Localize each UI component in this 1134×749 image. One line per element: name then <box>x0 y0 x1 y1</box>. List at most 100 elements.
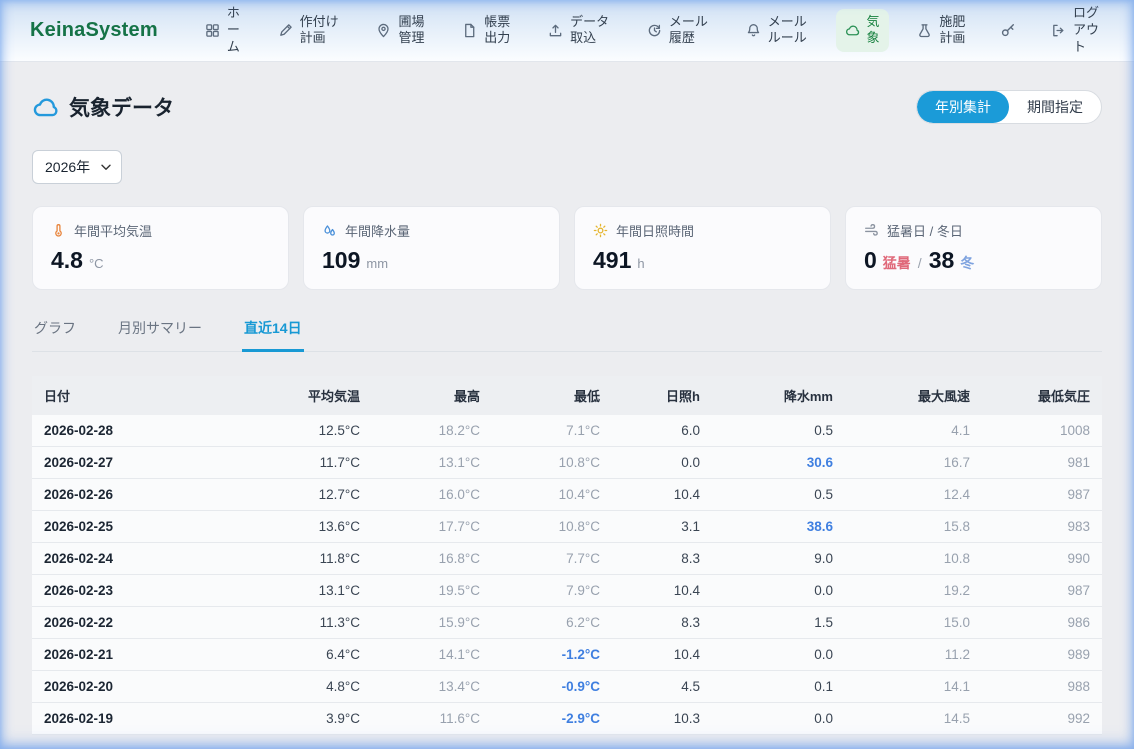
nav-item-report-output[interactable]: 帳票 出力 <box>453 9 519 53</box>
nav-item-mail-history[interactable]: メール 履歴 <box>638 9 717 53</box>
stat-value: 4.8 <box>51 247 83 274</box>
pressure-cell: 1008 <box>982 415 1102 447</box>
avg-temp-cell: 13.1°C <box>232 575 372 607</box>
min-temp-cell: -2.9°C <box>492 703 612 735</box>
wind-cell: 16.7 <box>845 447 982 479</box>
avg-temp-cell: 12.5°C <box>232 415 372 447</box>
tab-monthly-summary[interactable]: 月別サマリー <box>116 318 204 352</box>
date-cell: 2026-02-26 <box>32 479 232 511</box>
wind-cell: 15.0 <box>845 607 982 639</box>
date-cell: 2026-02-27 <box>32 447 232 479</box>
avg-temp-cell: 11.8°C <box>232 543 372 575</box>
nav-item-planting-plan[interactable]: 作付け 計画 <box>269 9 348 53</box>
min-temp-cell: 6.2°C <box>492 607 612 639</box>
col-header-min-temp: 最低 <box>492 376 612 415</box>
main-content: 気象データ 年別集計 期間指定 2026年 年間平均気温 4.8 <box>0 90 1134 735</box>
stat-card-sunshine: 年間日照時間 491 h <box>574 206 831 290</box>
stat-label: 年間降水量 <box>345 221 410 240</box>
wind-icon <box>864 223 879 238</box>
nav-item-home[interactable]: ホ ー ム <box>196 0 249 61</box>
nav-item-weather[interactable]: 気 象 <box>836 9 889 53</box>
col-header-min-pressure: 最低気圧 <box>982 376 1102 415</box>
sunshine-cell: 4.5 <box>612 671 712 703</box>
min-temp-cell: 7.7°C <box>492 543 612 575</box>
pressure-cell: 981 <box>982 447 1102 479</box>
nav-item-fertilizer-plan[interactable]: 施肥 計画 <box>908 9 974 53</box>
stat-value: 109 <box>322 247 360 274</box>
year-select[interactable]: 2026年 <box>32 150 122 184</box>
min-temp-cell: -0.9°C <box>492 671 612 703</box>
sun-icon <box>593 223 608 238</box>
col-header-max-wind: 最大風速 <box>845 376 982 415</box>
nav-item-label: ホ ー ム <box>227 5 240 56</box>
nav-item-label: ログ アウ ト <box>1073 5 1099 56</box>
sunshine-cell: 6.0 <box>612 415 712 447</box>
date-cell: 2026-02-28 <box>32 415 232 447</box>
precip-cell: 0.5 <box>712 415 845 447</box>
sunshine-cell: 8.3 <box>612 607 712 639</box>
value-separator: / <box>918 255 922 271</box>
tab-recent-14-days[interactable]: 直近14日 <box>242 318 304 352</box>
pressure-cell: 983 <box>982 511 1102 543</box>
min-temp-cell: 10.8°C <box>492 447 612 479</box>
max-temp-cell: 13.1°C <box>372 447 492 479</box>
logout-icon <box>1051 23 1066 38</box>
min-temp-cell: 7.1°C <box>492 415 612 447</box>
wind-cell: 10.8 <box>845 543 982 575</box>
wind-cell: 19.2 <box>845 575 982 607</box>
date-cell: 2026-02-19 <box>32 703 232 735</box>
col-header-date: 日付 <box>32 376 232 415</box>
precip-cell: 0.0 <box>712 639 845 671</box>
precip-cell: 1.5 <box>712 607 845 639</box>
avg-temp-cell: 3.9°C <box>232 703 372 735</box>
col-header-avg-temp: 平均気温 <box>232 376 372 415</box>
nav-item-mail-rules[interactable]: メール ルール <box>737 9 816 53</box>
pressure-cell: 989 <box>982 639 1102 671</box>
wind-cell: 4.1 <box>845 415 982 447</box>
nav-item-logout[interactable]: ログ アウ ト <box>1042 0 1108 61</box>
period-select-button[interactable]: 期間指定 <box>1009 91 1101 123</box>
table-row: 2026-02-2711.7°C13.1°C10.8°C0.030.616.79… <box>32 447 1102 479</box>
stat-cards: 年間平均気温 4.8 °C 年間降水量 109 mm <box>32 206 1102 290</box>
precip-cell: 30.6 <box>712 447 845 479</box>
max-temp-cell: 14.1°C <box>372 639 492 671</box>
avg-temp-cell: 4.8°C <box>232 671 372 703</box>
sunshine-cell: 0.0 <box>612 447 712 479</box>
col-header-sunshine: 日照h <box>612 376 712 415</box>
precip-cell: 38.6 <box>712 511 845 543</box>
bell-icon <box>746 23 761 38</box>
wind-cell: 14.5 <box>845 703 982 735</box>
cloud-icon <box>32 94 59 121</box>
stat-card-avg-temp: 年間平均気温 4.8 °C <box>32 206 289 290</box>
wind-cell: 15.8 <box>845 511 982 543</box>
pressure-cell: 987 <box>982 575 1102 607</box>
nav-item-data-import[interactable]: データ 取込 <box>539 9 618 53</box>
table-row: 2026-02-216.4°C14.1°C-1.2°C10.40.011.298… <box>32 639 1102 671</box>
stat-value: 491 <box>593 247 631 274</box>
stat-card-extreme-days: 猛暑日 / 冬日 0 猛暑 / 38 冬 <box>845 206 1102 290</box>
col-header-precip: 降水mm <box>712 376 845 415</box>
max-temp-cell: 13.4°C <box>372 671 492 703</box>
stat-label: 年間平均気温 <box>74 221 152 240</box>
stat-label: 猛暑日 / 冬日 <box>887 221 963 240</box>
tab-graph[interactable]: グラフ <box>32 318 78 352</box>
yearly-summary-button[interactable]: 年別集計 <box>917 91 1009 123</box>
weather-table: 日付 平均気温 最高 最低 日照h 降水mm 最大風速 最低気圧 2026-02… <box>32 376 1102 735</box>
avg-temp-cell: 11.3°C <box>232 607 372 639</box>
nav-item-field-management[interactable]: 圃場 管理 <box>367 9 433 53</box>
nav-item-label: 圃場 管理 <box>398 14 424 48</box>
sunshine-cell: 10.3 <box>612 703 712 735</box>
pressure-cell: 990 <box>982 543 1102 575</box>
chevron-down-icon <box>101 164 111 171</box>
brand-logo: KeinaSystem <box>30 19 158 42</box>
max-temp-cell: 16.8°C <box>372 543 492 575</box>
map-pin-icon <box>376 23 391 38</box>
nav-item-label: 気 象 <box>867 14 880 48</box>
year-select-value: 2026年 <box>45 157 90 177</box>
precip-cell: 0.1 <box>712 671 845 703</box>
min-temp-cell: -1.2°C <box>492 639 612 671</box>
nav-item-label: メール 履歴 <box>669 14 708 48</box>
nav-item-api-key[interactable] <box>994 17 1022 43</box>
droplets-icon <box>322 223 337 238</box>
max-temp-cell: 19.5°C <box>372 575 492 607</box>
